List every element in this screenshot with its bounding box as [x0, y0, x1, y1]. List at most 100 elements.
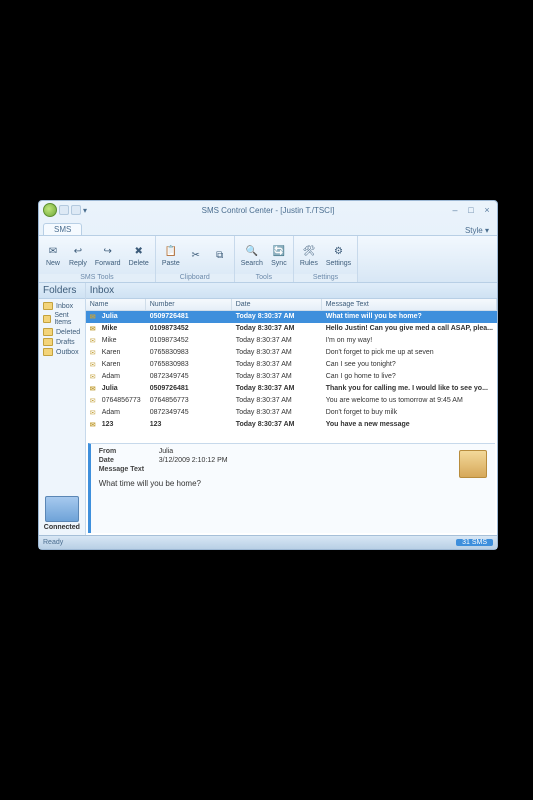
folder-label: Deleted [56, 329, 80, 336]
msg-text: Can I go home to live? [322, 372, 497, 382]
msg-text: Thank you for calling me. I would like t… [322, 384, 497, 394]
preview-date: 3/12/2009 2:10:12 PM [159, 457, 228, 464]
message-row[interactable]: ✉Karen0765830983Today 8:30:37 AMCan I se… [86, 359, 497, 371]
col-text[interactable]: Message Text [322, 299, 497, 310]
content-pane: Inbox Name Number Date Message Text ✉Jul… [86, 283, 497, 535]
folder-label: Inbox [56, 303, 73, 310]
reply-icon: ↩ [70, 244, 86, 260]
msg-number: 0109873452 [146, 336, 232, 346]
message-row[interactable]: ✉07648567730764856773Today 8:30:37 AMYou… [86, 395, 497, 407]
msg-number: 0509726481 [146, 312, 232, 322]
msg-date: Today 8:30:37 AM [232, 348, 322, 358]
folder-icon [43, 328, 53, 336]
envelope-icon: ✉ [86, 384, 98, 394]
msg-date: Today 8:30:37 AM [232, 384, 322, 394]
minimize-button[interactable]: – [449, 205, 461, 215]
msg-name: Julia [98, 384, 146, 394]
message-row[interactable]: ✉123123Today 8:30:37 AMYou have a new me… [86, 419, 497, 431]
folders-pane: Folders InboxSent ItemsDeletedDraftsOutb… [39, 283, 86, 535]
sync-icon: 🔄 [271, 244, 287, 260]
col-name[interactable]: Name [86, 299, 146, 310]
maximize-button[interactable]: □ [465, 205, 477, 215]
search-icon: 🔍 [244, 244, 260, 260]
message-row[interactable]: ✉Adam0872349745Today 8:30:37 AMDon't for… [86, 407, 497, 419]
envelope-icon: ✉ [86, 396, 98, 406]
message-row[interactable]: ✉Adam0872349745Today 8:30:37 AMCan I go … [86, 371, 497, 383]
msg-date: Today 8:30:37 AM [232, 360, 322, 370]
msg-name: Karen [98, 360, 146, 370]
folder-item[interactable]: Outbox [41, 347, 83, 357]
folder-icon [43, 338, 53, 346]
app-window: ▾ SMS Control Center - [Justin T./TSCI] … [38, 200, 498, 550]
message-row[interactable]: ✉Mike0109873452Today 8:30:37 AMI'm on my… [86, 335, 497, 347]
message-row[interactable]: ✉Karen0765830983Today 8:30:37 AMDon't fo… [86, 347, 497, 359]
message-row[interactable]: ✉Julia0509726481Today 8:30:37 AMThank yo… [86, 383, 497, 395]
forward-button[interactable]: ↪Forward [91, 242, 125, 269]
reply-button[interactable]: ↩Reply [65, 242, 91, 269]
clipboard-icon: 📋 [163, 244, 179, 260]
connection-label: Connected [43, 524, 81, 531]
quick-access-toolbar: ▾ [43, 203, 87, 217]
folder-item[interactable]: Deleted [41, 327, 83, 337]
col-number[interactable]: Number [146, 299, 232, 310]
envelope-icon: ✉ [86, 408, 98, 418]
msg-date: Today 8:30:37 AM [232, 408, 322, 418]
msg-number: 0765830983 [146, 360, 232, 370]
message-row[interactable]: ✉Julia0509726481Today 8:30:37 AMWhat tim… [86, 311, 497, 323]
msg-number: 0765830983 [146, 348, 232, 358]
paste-button[interactable]: 📋Paste [158, 242, 184, 269]
col-date[interactable]: Date [232, 299, 322, 310]
gear-icon: ⚙ [330, 244, 346, 260]
msg-text: I'm on my way! [322, 336, 497, 346]
window-controls: – □ × [449, 205, 493, 215]
folder-item[interactable]: Inbox [41, 301, 83, 311]
envelope-icon: ✉ [86, 336, 98, 346]
msg-name: Karen [98, 348, 146, 358]
msg-number: 123 [146, 420, 232, 430]
msg-date: Today 8:30:37 AM [232, 324, 322, 334]
envelope-icon: ✉ [86, 360, 98, 370]
connection-image [45, 496, 79, 522]
msg-number: 0872349745 [146, 372, 232, 382]
msg-text: Hello Justin! Can you give med a call AS… [322, 324, 497, 334]
msg-name: 0764856773 [98, 396, 146, 406]
folder-item[interactable]: Sent Items [41, 311, 83, 327]
qat-save-button[interactable] [59, 205, 69, 215]
preview-body-label: Message Text [99, 466, 159, 473]
settings-button[interactable]: ⚙Settings [322, 242, 355, 269]
folder-icon [43, 315, 51, 323]
folder-label: Outbox [56, 349, 79, 356]
msg-name: Julia [98, 312, 146, 322]
style-menu[interactable]: Style ▾ [465, 226, 493, 235]
ribbon-group-settings: 🛠Rules ⚙Settings Settings [294, 236, 358, 282]
status-sms-count: 31 SMS [456, 539, 493, 546]
msg-date: Today 8:30:37 AM [232, 336, 322, 346]
tab-sms[interactable]: SMS [43, 223, 82, 235]
msg-number: 0109873452 [146, 324, 232, 334]
qat-print-button[interactable] [71, 205, 81, 215]
ribbon-group-label: SMS Tools [39, 274, 155, 282]
preview-date-label: Date [99, 457, 159, 464]
titlebar: ▾ SMS Control Center - [Justin T./TSCI] … [39, 201, 497, 219]
msg-text: Don't forget to buy milk [322, 408, 497, 418]
msg-text: Don't forget to pick me up at seven [322, 348, 497, 358]
close-button[interactable]: × [481, 205, 493, 215]
search-button[interactable]: 🔍Search [237, 242, 267, 269]
envelope-icon: ✉ [86, 372, 98, 382]
folder-item[interactable]: Drafts [41, 337, 83, 347]
preview-from: Julia [159, 448, 173, 455]
rules-button[interactable]: 🛠Rules [296, 242, 322, 269]
msg-text: What time will you be home? [322, 312, 497, 322]
ribbon-group-sms: ✉New ↩Reply ↪Forward ✖Delete SMS Tools [39, 236, 156, 282]
cut-button[interactable]: ✂ [184, 245, 208, 265]
message-list: Name Number Date Message Text ✉Julia0509… [86, 299, 497, 441]
message-row[interactable]: ✉Mike0109873452Today 8:30:37 AMHello Jus… [86, 323, 497, 335]
copy-button[interactable]: ⧉ [208, 245, 232, 265]
forward-icon: ↪ [100, 244, 116, 260]
msg-text: You are welcome to us tomorrow at 9:45 A… [322, 396, 497, 406]
ribbon-tabs: SMS Style ▾ [39, 219, 497, 235]
app-menu-button[interactable] [43, 203, 57, 217]
new-button[interactable]: ✉New [41, 242, 65, 269]
sync-button[interactable]: 🔄Sync [267, 242, 291, 269]
delete-button[interactable]: ✖Delete [125, 242, 153, 269]
